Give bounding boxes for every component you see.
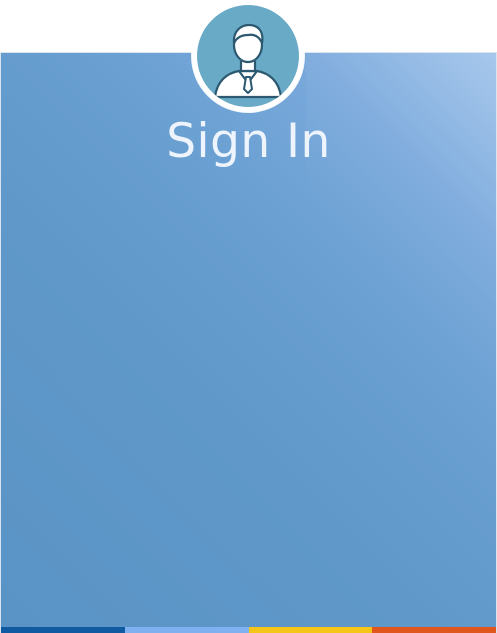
panel-sheen xyxy=(306,53,496,383)
color-bar-segment-yellow xyxy=(248,627,373,633)
color-bar-segment-light-blue xyxy=(124,627,249,633)
footer-color-bar xyxy=(1,627,496,633)
color-bar-segment-blue xyxy=(1,627,125,633)
page-title: Sign In xyxy=(166,114,331,169)
avatar xyxy=(192,0,304,112)
user-avatar-icon xyxy=(213,23,283,99)
page: Sign In xyxy=(0,0,497,633)
avatar-inner xyxy=(197,5,299,107)
color-bar-segment-orange xyxy=(372,627,496,633)
